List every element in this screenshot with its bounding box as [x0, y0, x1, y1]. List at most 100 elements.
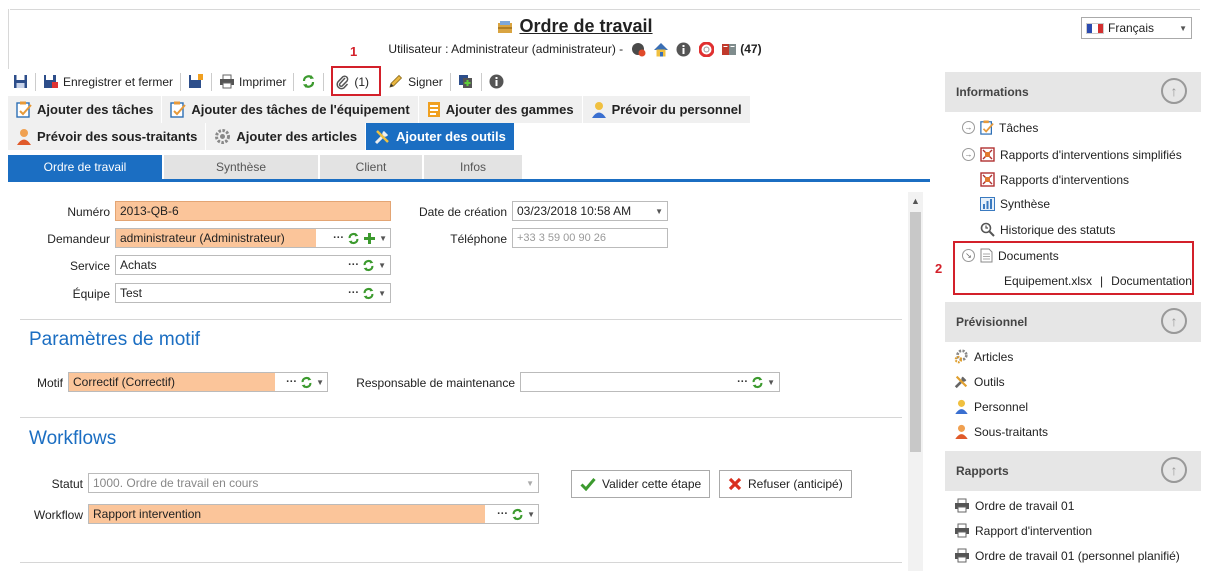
add-tasks-button[interactable]: Ajouter des tâches: [8, 96, 163, 123]
browse-dots-icon[interactable]: ···: [737, 376, 748, 388]
forecast-item-personnel[interactable]: Personnel: [954, 399, 1028, 414]
resp-field[interactable]: ··· ▼: [520, 372, 780, 392]
plan-subcontractors-button[interactable]: Prévoir des sous-traitants: [8, 123, 207, 150]
forecast-item-outils[interactable]: Outils: [954, 374, 1005, 389]
info-item-simplified-reports[interactable]: → Rapports d'interventions simplifiés: [962, 147, 1182, 162]
numero-input[interactable]: 2013-QB-6: [115, 201, 391, 221]
forecast-item-label: Sous-traitants: [974, 424, 1049, 439]
refresh-icon[interactable]: [362, 259, 375, 272]
validate-step-label: Valider cette étape: [602, 477, 702, 491]
phone-placeholder: +33 3 59 00 90 26: [517, 232, 606, 244]
chevron-down-icon[interactable]: ▼: [316, 378, 324, 387]
refresh-icon[interactable]: [347, 232, 360, 245]
info-item-taches[interactable]: → Tâches: [962, 120, 1038, 135]
chevron-down-icon[interactable]: ▼: [379, 234, 387, 243]
expand-arrow-icon[interactable]: →: [962, 121, 975, 134]
forecast-item-label: Personnel: [974, 399, 1029, 414]
home-icon[interactable]: [653, 42, 669, 57]
info-item-synthese[interactable]: Synthèse: [962, 197, 1050, 211]
add-tools-label: Ajouter des outils: [396, 129, 506, 144]
collapse-up-icon[interactable]: ↑: [1161, 78, 1187, 104]
news-book-icon[interactable]: [721, 42, 737, 57]
range-document-icon: [427, 101, 441, 118]
informations-header[interactable]: Informations ↑: [945, 72, 1201, 112]
report-item[interactable]: Ordre de travail 01 (personnel planifié): [954, 548, 1180, 563]
previsionnel-title: Prévisionnel: [956, 315, 1028, 329]
scrollbar-thumb[interactable]: [910, 212, 921, 452]
tab-summary[interactable]: Synthèse: [164, 155, 318, 179]
print-button[interactable]: Imprimer: [214, 70, 291, 94]
chevron-down-icon[interactable]: ▼: [655, 207, 663, 216]
help-lifebuoy-icon[interactable]: [698, 42, 714, 58]
service-field[interactable]: Achats ··· ▼: [115, 255, 391, 275]
refresh-button[interactable]: [296, 70, 321, 94]
language-select[interactable]: Français ▼: [1081, 17, 1192, 39]
divider: [20, 319, 902, 320]
add-equipment-tasks-button[interactable]: Ajouter des tâches de l'équipement: [162, 96, 419, 123]
add-articles-label: Ajouter des articles: [236, 129, 358, 144]
info-item-reports[interactable]: Rapports d'interventions: [962, 172, 1129, 187]
browse-dots-icon[interactable]: ···: [348, 259, 359, 271]
report-item[interactable]: Ordre de travail 01: [954, 498, 1074, 513]
forecast-item-subcontractors[interactable]: Sous-traitants: [954, 424, 1048, 439]
informations-title: Informations: [956, 85, 1029, 99]
globe-settings-icon[interactable]: [631, 42, 646, 57]
save-new-button[interactable]: [183, 70, 209, 94]
forecast-item-articles[interactable]: Articles: [954, 349, 1013, 364]
add-ranges-button[interactable]: Ajouter des gammes: [419, 96, 583, 123]
scroll-up-icon[interactable]: ▲: [911, 196, 920, 206]
plan-staff-button[interactable]: Prévoir du personnel: [583, 96, 751, 123]
date-field[interactable]: 03/23/2018 10:58 AM ▼: [512, 201, 668, 221]
refresh-icon[interactable]: [362, 287, 375, 300]
expand-arrow-icon[interactable]: →: [962, 148, 975, 161]
save-button[interactable]: [8, 70, 33, 94]
tab-work-order[interactable]: Ordre de travail: [8, 155, 162, 179]
refresh-icon[interactable]: [300, 376, 313, 389]
chevron-down-icon[interactable]: ▼: [767, 378, 775, 387]
tab-client[interactable]: Client: [320, 155, 422, 179]
browse-dots-icon[interactable]: ···: [286, 376, 297, 388]
workflow-label: Workflow: [33, 508, 83, 522]
news-count-badge: (47): [740, 42, 762, 56]
browse-dots-icon[interactable]: ···: [333, 232, 344, 244]
add-tools-button[interactable]: Ajouter des outils: [366, 123, 515, 150]
refresh-icon[interactable]: [511, 508, 524, 521]
phone-input[interactable]: +33 3 59 00 90 26: [512, 228, 668, 248]
refresh-icon[interactable]: [751, 376, 764, 389]
workflow-field[interactable]: Rapport intervention ··· ▼: [88, 504, 539, 524]
motif-field[interactable]: Correctif (Correctif) ··· ▼: [68, 372, 328, 392]
browse-dots-icon[interactable]: ···: [348, 287, 359, 299]
info-icon[interactable]: [676, 42, 691, 57]
collapse-up-icon[interactable]: ↑: [1161, 308, 1187, 334]
toolbar-info-button[interactable]: [484, 70, 509, 94]
add-articles-button[interactable]: Ajouter des articles: [206, 123, 367, 150]
vertical-scrollbar[interactable]: ▲: [908, 192, 923, 571]
browse-dots-icon[interactable]: ···: [497, 508, 508, 520]
report-item[interactable]: Rapport d'intervention: [954, 523, 1092, 538]
duplicate-button[interactable]: [453, 70, 479, 94]
demandeur-field[interactable]: administrateur (Administrateur) ··· ▼: [115, 228, 391, 248]
info-item-status-history[interactable]: Historique des statuts: [962, 222, 1115, 237]
forecast-item-label: Articles: [974, 349, 1014, 364]
add-plus-icon[interactable]: [363, 232, 376, 245]
numero-label: Numéro: [67, 205, 110, 219]
validate-step-button[interactable]: Valider cette étape: [571, 470, 711, 498]
equipe-field[interactable]: Test ··· ▼: [115, 283, 391, 303]
workflow-value: Rapport intervention: [89, 505, 485, 523]
refuse-label: Refuser (anticipé): [748, 477, 843, 491]
printer-icon: [954, 548, 970, 563]
chevron-down-icon[interactable]: ▼: [378, 261, 386, 270]
page-title: Ordre de travail: [519, 16, 653, 36]
chevron-down-icon[interactable]: ▼: [378, 289, 386, 298]
user-line: Utilisateur : Administrateur (administra…: [0, 42, 1150, 58]
rapports-header[interactable]: Rapports ↑: [945, 451, 1201, 491]
previsionnel-header[interactable]: Prévisionnel ↑: [945, 302, 1201, 342]
save-close-button[interactable]: Enregistrer et fermer: [38, 70, 178, 94]
statut-field[interactable]: 1000. Ordre de travail en cours ▼: [88, 473, 539, 493]
chevron-down-icon[interactable]: ▼: [527, 510, 535, 519]
tab-infos[interactable]: Infos: [424, 155, 522, 179]
refuse-button[interactable]: Refuser (anticipé): [719, 470, 852, 498]
annotation-marker-2: 2: [935, 261, 943, 276]
sign-button[interactable]: Signer: [383, 70, 448, 94]
collapse-up-icon[interactable]: ↑: [1161, 457, 1187, 483]
